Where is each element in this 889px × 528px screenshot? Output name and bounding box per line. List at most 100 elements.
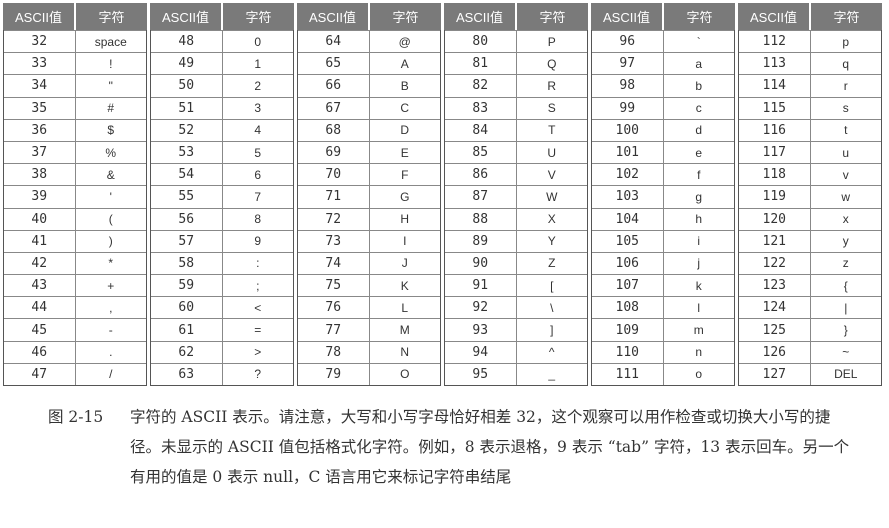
ascii-value-cell: 92 <box>445 297 517 319</box>
char-cell: 4 <box>254 123 262 138</box>
table-row: 76 L <box>298 296 440 319</box>
table-row: 123 { <box>739 274 881 297</box>
ascii-value-cell: 40 <box>4 208 76 230</box>
char-cell: @ <box>398 34 411 49</box>
ascii-value-cell: 96 <box>592 31 664 53</box>
char-cell: 6 <box>254 167 262 182</box>
header-ascii-value: ASCII值 <box>150 3 223 30</box>
char-cell: / <box>109 367 113 382</box>
ascii-value-cell: 63 <box>151 363 223 385</box>
table-row: 78 N <box>298 340 440 363</box>
char-cell: B <box>400 78 409 93</box>
ascii-value-cell: 41 <box>4 230 76 252</box>
char-cell: S <box>547 101 556 116</box>
char-cell: ( <box>108 212 113 227</box>
ascii-value-cell: 120 <box>739 208 811 230</box>
char-cell: Z <box>548 256 556 271</box>
ascii-value-cell: 32 <box>4 31 76 53</box>
table-row: 126 ~ <box>739 340 881 363</box>
char-cell: ) <box>108 234 113 249</box>
char-cell: D <box>400 123 410 138</box>
ascii-value-cell: 84 <box>445 119 517 141</box>
ascii-value-cell: 33 <box>4 53 76 75</box>
char-cell: 7 <box>254 189 262 204</box>
char-cell: 2 <box>254 78 262 93</box>
table-row: 36 $ <box>4 118 146 141</box>
table-row: 127 DEL <box>739 362 881 385</box>
ascii-value-cell: 71 <box>298 186 370 208</box>
char-cell: G <box>400 189 410 204</box>
table-column-group: ASCII值 字符 48 0 49 1 50 2 51 3 52 4 53 5 54 6 55 7 56 8 57 9 58… <box>150 3 294 386</box>
table-row: 66 B <box>298 74 440 97</box>
char-cell: f <box>697 167 701 182</box>
header-char: 字符 <box>392 10 419 25</box>
table-row: 103 g <box>592 185 734 208</box>
table-row: 46. <box>4 340 146 363</box>
table-row: 69 E <box>298 140 440 164</box>
header-char: 字符 <box>245 10 272 25</box>
ascii-value-cell: 83 <box>445 97 517 119</box>
ascii-value-cell: 54 <box>151 164 223 186</box>
char-cell: + <box>107 278 115 293</box>
ascii-value-cell: 121 <box>739 230 811 252</box>
char-cell: M <box>399 323 410 338</box>
ascii-value-cell: 70 <box>298 164 370 186</box>
char-cell: space <box>94 34 127 49</box>
caption-text: 字符的 ASCII 表示。请注意，大写和小写字母恰好相差 32，这个观察可以用作… <box>130 408 850 486</box>
table-row: 92 \ <box>445 296 587 319</box>
table-row: 49 1 <box>151 52 293 75</box>
table-row: 107 k <box>592 274 734 297</box>
ascii-value-cell: 75 <box>298 275 370 297</box>
char-cell: o <box>695 367 703 382</box>
table-header: ASCII值 字符 <box>3 3 147 30</box>
char-cell: H <box>400 212 410 227</box>
ascii-value-cell: 77 <box>298 319 370 341</box>
ascii-value-cell: 49 <box>151 53 223 75</box>
char-cell: ' <box>109 189 112 204</box>
table-header: ASCII值 字符 <box>591 3 735 30</box>
ascii-value-cell: 51 <box>151 97 223 119</box>
table-row: 101 e <box>592 140 734 164</box>
table-row: 93] <box>445 318 587 341</box>
ascii-value-cell: 119 <box>739 186 811 208</box>
char-cell: y <box>842 234 849 249</box>
ascii-table: ASCII值 字符 32 space 33! 34 " 35 #36 $37% 38 & 39 ' 40(4… <box>3 3 882 386</box>
char-cell: 3 <box>254 101 262 116</box>
ascii-value-cell: 113 <box>739 53 811 75</box>
ascii-value-cell: 58 <box>151 252 223 275</box>
char-cell: g <box>695 189 703 204</box>
char-cell: - <box>108 323 113 338</box>
header-char: 字符 <box>98 10 125 25</box>
ascii-value-cell: 59 <box>151 275 223 297</box>
ascii-value-cell: 73 <box>298 230 370 252</box>
char-cell: | <box>844 300 848 315</box>
ascii-value-cell: 99 <box>592 97 664 119</box>
table-column-group: ASCII值 字符 32 space 33! 34 " 35 #36 $37% 38 & 39 ' 40(4… <box>3 3 147 386</box>
ascii-value-cell: 37 <box>4 141 76 164</box>
char-cell: } <box>843 323 848 338</box>
figure-label: 图 2-15 <box>48 408 104 426</box>
ascii-value-cell: 44 <box>4 297 76 319</box>
table-row: 81 Q <box>445 52 587 75</box>
table-row: 70 F <box>298 163 440 186</box>
table-row: 106 j <box>592 251 734 275</box>
header-ascii-value: ASCII值 <box>591 3 664 30</box>
char-cell: T <box>548 123 556 138</box>
char-cell: 8 <box>254 212 262 227</box>
table-row: 54 6 <box>151 163 293 186</box>
ascii-value-cell: 86 <box>445 164 517 186</box>
ascii-value-cell: 57 <box>151 230 223 252</box>
char-cell: \ <box>550 300 554 315</box>
header-char: 字符 <box>686 10 713 25</box>
ascii-value-cell: 103 <box>592 186 664 208</box>
ascii-value-cell: 60 <box>151 297 223 319</box>
table-row: 60 < <box>151 296 293 319</box>
char-cell: w <box>841 189 851 204</box>
table-row: 125} <box>739 318 881 341</box>
table-row: 73 I <box>298 229 440 252</box>
table-row: 32 space <box>4 30 146 53</box>
ascii-value-cell: 34 <box>4 75 76 97</box>
char-cell: ! <box>109 56 113 71</box>
ascii-value-cell: 56 <box>151 208 223 230</box>
table-column-group: ASCII值 字符 64 @65 A 66 B 67 C 68 D 69 E 70 F 71 G 72 H 73 I 74… <box>297 3 441 386</box>
